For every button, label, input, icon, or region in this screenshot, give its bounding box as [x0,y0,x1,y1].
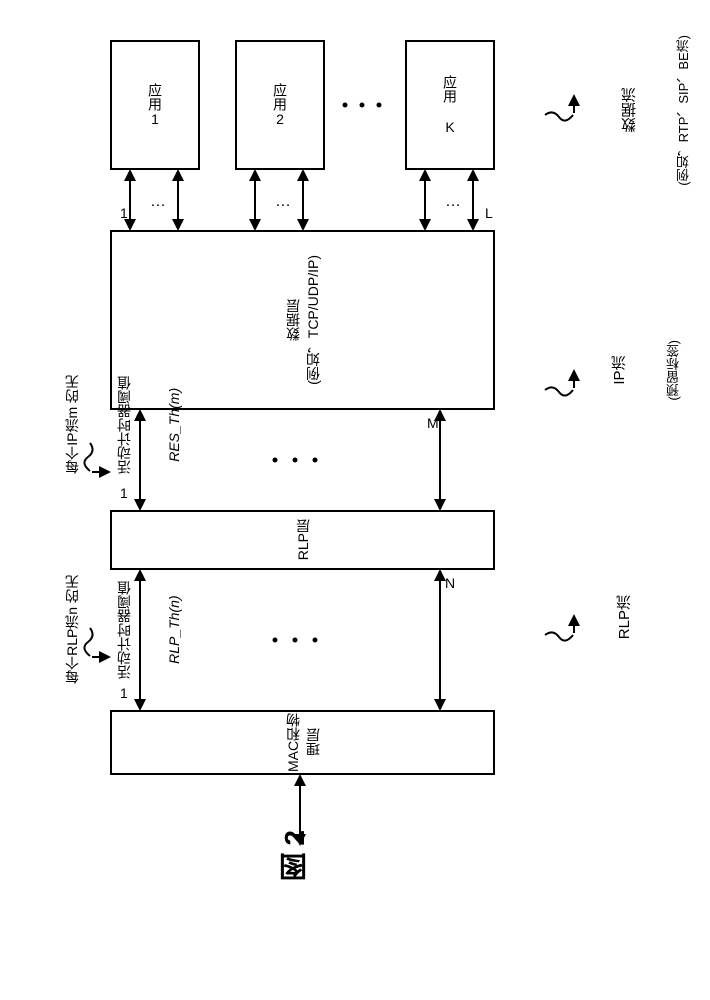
count-N: N [445,575,455,591]
appK-label: 应用 K [440,75,460,135]
ip-note-line3: RES_Th(m) [166,375,182,474]
rlp-note-line2: 活动计时器阈值 [114,575,134,684]
app1-label: 应用1 [145,83,165,127]
data-layer-label: 数据层 (例如，TCP/UDP/IP) [283,255,323,385]
ip-flow-label: IP流 (预留标签) [575,340,710,401]
svg-text:…: … [445,193,461,210]
count-1-rlp: 1 [120,685,128,701]
rlp-layer-box: RLP层 [110,510,495,570]
svg-text:…: … [150,193,166,210]
mac-layer-label: MAC和物理层 [283,712,323,773]
ip-flow-line1: IP流 [609,340,630,401]
appK-box: 应用 K [405,40,495,170]
count-1-ip: 1 [120,485,128,501]
data-layer-line1: 数据层 [283,255,303,385]
data-flow-label: 数据流 (例如，RTP、SIP、BE流) [585,35,710,186]
data-layer-line2: (例如，TCP/UDP/IP) [303,255,323,385]
data-flow-line2: (例如，RTP、SIP、BE流) [674,35,693,186]
rlp-threshold-note: 每个RLP流n 的无 活动计时器阈值 RLP_Th(n) [30,575,214,684]
ip-flow-line2: (预留标签) [664,340,683,401]
svg-text:…: … [275,193,291,210]
rlp-flow-label: RLP流 [580,595,669,639]
rlp-layer-label: RLP层 [293,519,313,560]
ip-note-line1: 每个IP流m 的无 [62,375,82,474]
mac-layer-box: MAC和物理层 [110,710,495,775]
rlp-note-line3: RLP_Th(n) [166,575,182,684]
count-M: M [427,415,439,431]
rlp-note-line1: 每个RLP流n 的无 [62,575,82,684]
count-L: L [485,205,493,221]
app2-label: 应用2 [270,83,290,127]
data-flow-line1: 数据流 [619,35,640,186]
app1-box: 应用1 [110,40,200,170]
figure-label: 图 2 [275,830,315,881]
rlp-flow-line1: RLP流 [614,595,635,639]
ip-threshold-note: 每个IP流m 的无 活动计时器阈值 RES_Th(m) [30,375,214,474]
app2-box: 应用2 [235,40,325,170]
count-1-apps: 1 [120,205,128,221]
ip-note-line2: 活动计时器阈值 [114,375,134,474]
